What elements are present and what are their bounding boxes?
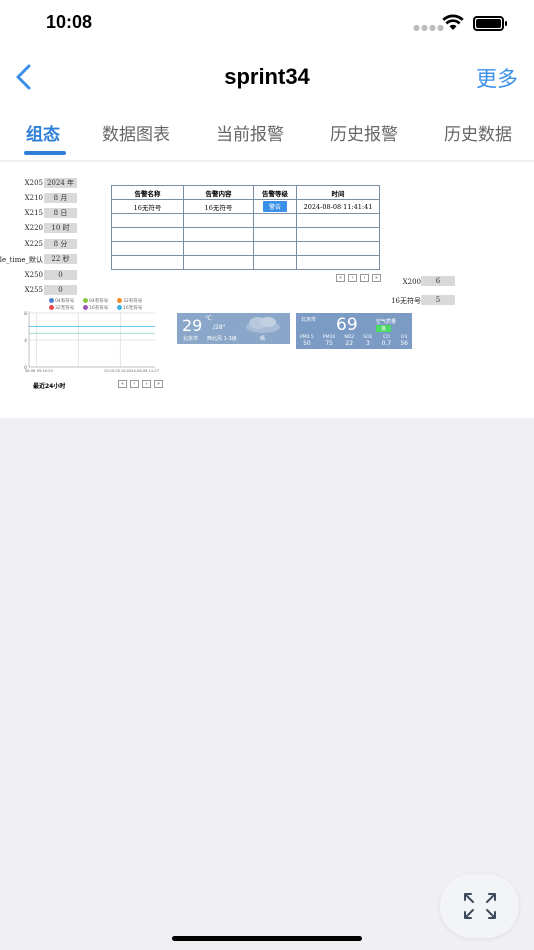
tab-data-charts[interactable]: 数据图表 bbox=[102, 120, 170, 145]
column-header: 告警等级 bbox=[253, 185, 297, 200]
signal-icon: ●●●● bbox=[413, 23, 445, 32]
battery-icon bbox=[473, 16, 507, 31]
field-value[interactable]: 2024 年 bbox=[44, 178, 77, 188]
aqi-metric: CO 0.7 bbox=[381, 335, 392, 347]
chart-y-tick: 4 bbox=[24, 338, 27, 344]
field-value[interactable]: 10 时 bbox=[44, 223, 77, 233]
field-value[interactable]: 8 分 bbox=[44, 239, 77, 249]
fullscreen-button[interactable] bbox=[440, 874, 519, 938]
trend-chart: 04有符号 04有符号 32有符号 32无符号 16有符号 16无符号 8400… bbox=[22, 297, 162, 375]
alarm-name-cell: 16无符号 bbox=[111, 199, 184, 214]
tab-current-alarms[interactable]: 当前报警 bbox=[216, 120, 284, 145]
air-quality-widget: 北京市 69 空气质量 良 PM2.5 50 PM10 75 NO2 22 SO2 3 … bbox=[296, 313, 412, 349]
column-header: 告警名称 bbox=[111, 185, 184, 200]
alarm-level-cell: 警告 bbox=[253, 199, 297, 214]
field-label: X215 bbox=[24, 209, 43, 217]
chart-y-tick: 8 bbox=[24, 311, 27, 317]
column-header: 时间 bbox=[296, 185, 380, 200]
weather-condition: 晴 bbox=[260, 336, 266, 342]
configuration-panel: X205 2024 年 X210 8 月 X215 8 日 X220 10 时 … bbox=[0, 162, 534, 418]
status-bar: 10:08 ●●●● bbox=[0, 0, 534, 50]
table-row bbox=[111, 213, 380, 228]
weather-temp: 29 bbox=[182, 316, 203, 335]
first-page-button[interactable]: « bbox=[336, 274, 345, 282]
active-tab-indicator bbox=[24, 151, 66, 155]
field-label: X210 bbox=[24, 194, 43, 202]
field-label: X220 bbox=[24, 224, 43, 232]
field-label: able_time_默认 bbox=[0, 256, 43, 264]
wifi-icon bbox=[442, 14, 464, 30]
column-header: 告警内容 bbox=[183, 185, 254, 200]
tab-history-data[interactable]: 历史数据 bbox=[444, 120, 512, 145]
expand-icon bbox=[464, 893, 496, 919]
page-title: sprint34 bbox=[224, 64, 310, 89]
nav-bar: sprint34 更多 bbox=[0, 50, 534, 104]
last-page-button[interactable]: » bbox=[372, 274, 381, 282]
aqi-level-badge: 良 bbox=[376, 325, 392, 332]
weather-unit: ℃ bbox=[205, 315, 212, 322]
chart-x-tick: 10:10:20 bbox=[104, 369, 121, 373]
table-row bbox=[111, 255, 380, 270]
chart-first-button[interactable]: « bbox=[118, 380, 127, 388]
table-row bbox=[111, 227, 380, 242]
aqi-metrics: PM2.5 50 PM10 75 NO2 22 SO2 3 CO 0.7 O3 56 bbox=[300, 335, 408, 347]
chart-next-button[interactable]: › bbox=[142, 380, 151, 388]
field-label: X255 bbox=[24, 286, 43, 294]
chart-last-button[interactable]: » bbox=[154, 380, 163, 388]
tab-bar: 组态 数据图表 当前报警 历史报警 历史数据 bbox=[0, 104, 534, 160]
field-value[interactable]: 5 bbox=[421, 295, 455, 305]
tab-configuration[interactable]: 组态 bbox=[26, 120, 60, 145]
aqi-metric: PM2.5 50 bbox=[300, 335, 314, 347]
status-time: 10:08 bbox=[46, 12, 93, 32]
aqi-metric: O3 56 bbox=[400, 335, 408, 347]
field-label: X200 bbox=[402, 278, 421, 286]
weather-sub: /28° bbox=[213, 324, 226, 331]
alarm-content-cell: 16无符号 bbox=[183, 199, 254, 214]
tab-history-alarms[interactable]: 历史报警 bbox=[330, 120, 398, 145]
field-value[interactable]: 8 日 bbox=[44, 208, 77, 218]
chart-period-label: 最近24小时 bbox=[33, 383, 66, 390]
table-row bbox=[111, 241, 380, 256]
aqi-metric: PM10 75 bbox=[322, 335, 336, 347]
field-value[interactable]: 8 月 bbox=[44, 193, 77, 203]
table-row[interactable]: 16无符号 16无符号 警告 2024-08-08 11:41:41 bbox=[111, 199, 380, 214]
field-value[interactable]: 0 bbox=[44, 270, 77, 280]
alarm-time-cell: 2024-08-08 11:41:41 bbox=[296, 199, 380, 214]
chart-prev-button[interactable]: ‹ bbox=[130, 380, 139, 388]
chart-x-tick: 10:2024-08-08 11:27 bbox=[121, 369, 159, 373]
chart-plot: 84008-08 09:10:20 10:10:20 10:2024-08-08 1… bbox=[24, 311, 159, 373]
table-pagination: « ‹ › » bbox=[336, 274, 381, 282]
cloud-icon bbox=[246, 317, 280, 333]
weather-wind: 西北风 1-3级 bbox=[207, 336, 237, 342]
alarm-table: 告警名称 告警内容 告警等级 时间 16无符号 16无符号 警告 2024-08… bbox=[111, 185, 380, 270]
field-value[interactable]: 0 bbox=[44, 285, 77, 295]
field-value[interactable]: 22 秒 bbox=[44, 254, 77, 264]
prev-page-button[interactable]: ‹ bbox=[348, 274, 357, 282]
field-label: 16无符号 bbox=[391, 297, 421, 305]
chart-pagination: « ‹ › » bbox=[118, 380, 163, 388]
table-header-row: 告警名称 告警内容 告警等级 时间 bbox=[111, 185, 380, 200]
weather-widget: 29 ℃ /28° 北京市 西北风 1-3级 晴 bbox=[177, 313, 290, 344]
more-button[interactable]: 更多 bbox=[476, 63, 518, 93]
field-label: X225 bbox=[24, 240, 43, 248]
home-indicator bbox=[172, 936, 362, 941]
aqi-metric: SO2 3 bbox=[363, 335, 373, 347]
next-page-button[interactable]: › bbox=[360, 274, 369, 282]
aqi-label: 空气质量 bbox=[376, 319, 397, 325]
field-label: X250 bbox=[24, 271, 43, 279]
aqi-metric: NO2 22 bbox=[344, 335, 355, 347]
weather-location: 北京市 bbox=[183, 336, 199, 342]
field-value[interactable]: 6 bbox=[421, 276, 455, 286]
aqi-location: 北京市 bbox=[301, 317, 317, 323]
aqi-value: 69 bbox=[336, 315, 358, 335]
field-label: X205 bbox=[24, 179, 43, 187]
alarm-level-badge: 警告 bbox=[262, 201, 287, 212]
chart-x-tick: 08-08 09:10:20 bbox=[25, 369, 53, 373]
